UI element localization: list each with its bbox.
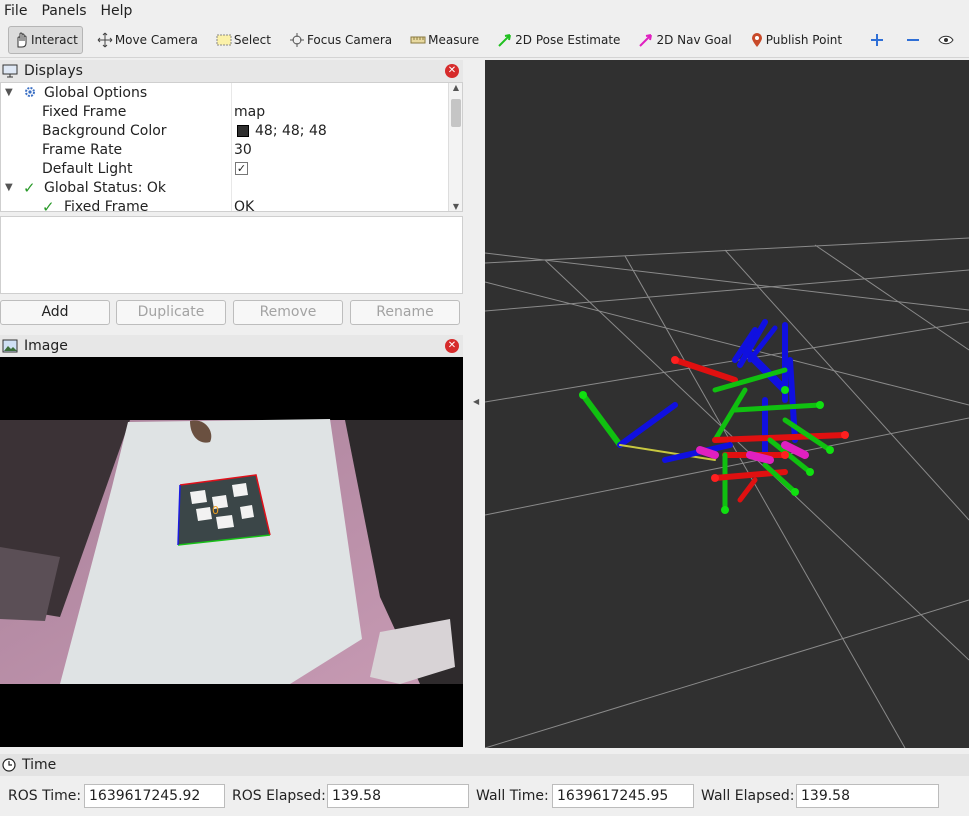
3d-scene — [485, 237, 969, 748]
status-fixed-frame-value: OK — [234, 198, 255, 212]
measure-tool-button[interactable]: Measure — [406, 26, 483, 54]
global-options-label: Global Options — [44, 84, 148, 101]
background-color-label: Background Color — [42, 122, 167, 139]
map-pin-icon — [751, 32, 762, 47]
remove-tool-button[interactable] — [902, 26, 926, 54]
marker-id-overlay: 0 — [212, 504, 219, 517]
camera-image: 0 — [0, 419, 463, 684]
close-image-icon[interactable]: ✕ — [445, 339, 459, 353]
menu-bar: File Panels Help — [0, 0, 969, 21]
publish-point-label: Publish Point — [765, 32, 843, 47]
frame-rate-label: Frame Rate — [42, 141, 123, 158]
move-camera-icon — [97, 32, 113, 47]
minus-icon — [907, 38, 920, 41]
image-icon — [2, 339, 18, 353]
expand-arrow-icon[interactable]: ▼ — [5, 182, 13, 193]
tree-row-frame-rate[interactable]: Frame Rate 30 — [1, 140, 448, 159]
tree-row-status-fixed-frame[interactable]: ✓ Fixed Frame OK — [1, 197, 448, 212]
time-panel: Time ROS Time: 1639617245.92 ROS Elapsed… — [0, 754, 969, 816]
tree-row-default-light[interactable]: Default Light ✓ — [1, 159, 448, 178]
ros-elapsed-field[interactable]: 139.58 — [327, 784, 469, 808]
interact-tool-button[interactable]: Interact — [8, 25, 83, 54]
move-camera-tool-button[interactable]: Move Camera — [93, 26, 202, 54]
tree-row-global-status[interactable]: ▼ ✓ Global Status: Ok — [1, 178, 448, 197]
fixed-frame-label: Fixed Frame — [42, 103, 127, 120]
time-title: Time — [22, 757, 57, 773]
nav-goal-label: 2D Nav Goal — [656, 32, 732, 47]
ros-elapsed-label: ROS Elapsed: — [232, 788, 326, 804]
expand-arrow-icon[interactable]: ▼ — [5, 87, 13, 98]
time-panel-header: Time — [0, 754, 969, 776]
displays-panel-header: Displays ✕ — [0, 60, 463, 82]
displays-tree: ▼ Global Options Fixed Frame map Backgro… — [0, 82, 463, 212]
focus-camera-label: Focus Camera — [306, 32, 393, 47]
default-light-checkbox[interactable]: ✓ — [235, 162, 248, 175]
pose-estimate-tool-button[interactable]: 2D Pose Estimate — [493, 26, 624, 54]
checkmark-icon: ✓ — [42, 197, 55, 212]
display-description-area — [0, 216, 463, 294]
scrollbar-thumb[interactable] — [451, 99, 461, 127]
camera-image-view: 0 — [0, 357, 463, 747]
ros-time-label: ROS Time: — [8, 788, 82, 804]
publish-point-tool-button[interactable]: Publish Point — [746, 26, 846, 54]
checkmark-icon: ✓ — [23, 178, 36, 197]
duplicate-button[interactable]: Duplicate — [116, 300, 226, 325]
select-icon — [216, 34, 232, 45]
menu-panels[interactable]: Panels — [41, 3, 86, 19]
close-displays-icon[interactable]: ✕ — [445, 64, 459, 78]
image-title: Image — [24, 338, 68, 354]
status-fixed-frame-label: Fixed Frame — [64, 198, 149, 212]
rename-button[interactable]: Rename — [350, 300, 460, 325]
menu-file[interactable]: File — [4, 3, 27, 19]
monitor-icon — [2, 64, 18, 78]
panel-splitter[interactable]: ◀ — [464, 60, 484, 748]
green-arrow-icon — [498, 33, 512, 47]
wall-elapsed-label: Wall Elapsed: — [701, 788, 795, 804]
hand-icon — [17, 32, 27, 47]
wall-time-field[interactable]: 1639617245.95 — [552, 784, 694, 808]
scroll-down-icon[interactable]: ▼ — [449, 202, 462, 211]
select-tool-button[interactable]: Select — [212, 26, 275, 54]
interact-label: Interact — [31, 32, 78, 47]
tree-row-fixed-frame[interactable]: Fixed Frame map — [1, 102, 448, 121]
ruler-icon — [410, 36, 426, 43]
tree-scrollbar[interactable]: ▲ ▼ — [448, 83, 462, 211]
tree-row-global-options[interactable]: ▼ Global Options — [1, 83, 448, 102]
add-tool-button[interactable] — [866, 26, 890, 54]
clock-icon — [2, 758, 16, 772]
wall-time-label: Wall Time: — [476, 788, 549, 804]
background-color-field[interactable]: 48; 48; 48 — [234, 123, 327, 139]
displays-title: Displays — [24, 63, 83, 79]
menu-help[interactable]: Help — [101, 3, 133, 19]
eye-icon — [938, 35, 954, 44]
focus-camera-icon — [289, 32, 304, 47]
plus-icon — [871, 33, 884, 46]
gear-icon — [25, 87, 35, 97]
global-status-label: Global Status: Ok — [44, 179, 167, 196]
magenta-arrow-icon — [639, 33, 653, 47]
fixed-frame-value[interactable]: map — [234, 104, 265, 120]
add-button[interactable]: Add — [0, 300, 110, 325]
aruco-marker — [178, 475, 270, 545]
focus-camera-tool-button[interactable]: Focus Camera — [285, 26, 396, 54]
background-color-value: 48; 48; 48 — [255, 122, 327, 139]
ros-time-field[interactable]: 1639617245.92 — [84, 784, 225, 808]
move-camera-label: Move Camera — [114, 32, 198, 47]
scroll-up-icon[interactable]: ▲ — [449, 83, 462, 92]
nav-goal-tool-button[interactable]: 2D Nav Goal — [634, 26, 735, 54]
3d-viewport[interactable] — [485, 60, 969, 748]
color-swatch — [237, 124, 249, 137]
remove-button[interactable]: Remove — [233, 300, 343, 325]
pose-estimate-label: 2D Pose Estimate — [515, 32, 621, 47]
frame-rate-value[interactable]: 30 — [234, 142, 252, 158]
toolbar: Interact Move Camera Select Focus Camera… — [0, 22, 969, 58]
wall-elapsed-field[interactable]: 139.58 — [796, 784, 939, 808]
tree-row-background-color[interactable]: Background Color 48; 48; 48 — [1, 121, 448, 140]
view-tool-button[interactable] — [934, 26, 960, 54]
select-label: Select — [233, 32, 271, 47]
measure-label: Measure — [428, 32, 480, 47]
image-panel-header: Image ✕ — [0, 335, 463, 357]
default-light-label: Default Light — [42, 160, 133, 177]
collapse-arrow-icon[interactable]: ◀ — [473, 397, 479, 406]
